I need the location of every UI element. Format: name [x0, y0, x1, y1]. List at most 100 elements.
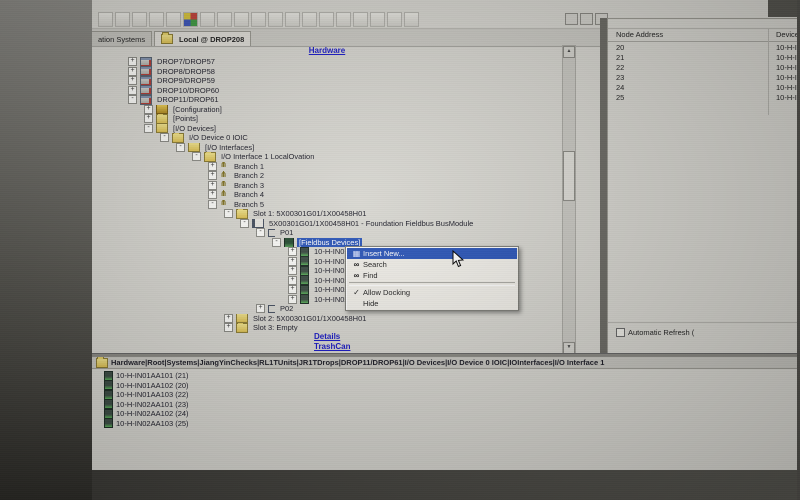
tree-row[interactable]: - [I/O Devices] — [92, 124, 562, 134]
tree-row[interactable]: - DROP11/DROP61 — [92, 95, 562, 105]
tree-row[interactable]: + DROP9/DROP59 — [92, 76, 562, 86]
tree-expander[interactable]: + — [224, 314, 233, 323]
tree-expander[interactable]: + — [208, 162, 217, 171]
trashcan-link[interactable]: TrashCan — [314, 342, 350, 351]
tree-row[interactable]: + Branch 1 — [92, 162, 562, 172]
tab-systems[interactable]: ation Systems — [92, 31, 152, 46]
app-palette-icon[interactable] — [183, 12, 198, 27]
tree-row[interactable]: + Branch 4 — [92, 190, 562, 200]
context-menu-item[interactable] — [349, 282, 515, 286]
tree-expander[interactable]: + — [144, 105, 153, 114]
context-search[interactable]: Search — [347, 259, 517, 270]
column-header-node-address[interactable]: Node Address — [616, 29, 663, 41]
print-icon[interactable] — [98, 12, 113, 27]
context-insert-new[interactable]: Insert New... — [347, 248, 517, 259]
context-hide[interactable]: Hide — [347, 298, 517, 309]
table-row[interactable]: 22 10-H-IN01AA103 — [608, 63, 797, 73]
list-item[interactable]: 10-H-IN01AA102 (20) — [104, 381, 797, 391]
toolbar-icon[interactable] — [302, 12, 317, 27]
auto-refresh-checkbox[interactable] — [616, 328, 625, 337]
tree-expander[interactable]: + — [208, 171, 217, 180]
open-icon[interactable] — [251, 12, 266, 27]
tree-expander[interactable]: + — [288, 257, 297, 266]
list-item[interactable]: 10-H-IN02AA103 (25) — [104, 419, 797, 429]
tree-expander[interactable]: + — [224, 323, 233, 332]
refresh-icon[interactable] — [353, 12, 368, 27]
tree-expander[interactable]: + — [288, 276, 297, 285]
context-menu-item-label: Insert New... — [363, 249, 405, 258]
delete-icon[interactable] — [336, 12, 351, 27]
tree-expander[interactable]: - — [240, 219, 249, 228]
tree-row[interactable]: - P01 — [92, 228, 562, 238]
context-find[interactable]: Find — [347, 270, 517, 281]
list-item[interactable]: 10-H-IN01AA101 (21) — [104, 371, 797, 381]
tree-expander[interactable]: - — [224, 209, 233, 218]
tree-row[interactable]: + DROP7/DROP57 — [92, 57, 562, 67]
toolbar-icon[interactable] — [370, 12, 385, 27]
tree-expander[interactable]: - — [272, 238, 281, 247]
tree-expander[interactable]: - — [208, 200, 217, 209]
list-item[interactable]: 10-H-IN02AA101 (23) — [104, 400, 797, 410]
tree-row[interactable]: - I/O Interface 1 LocalOvation — [92, 152, 562, 162]
tree-row[interactable]: - Branch 5 — [92, 200, 562, 210]
import-icon[interactable] — [268, 12, 283, 27]
context-allow-docking[interactable]: ✓ Allow Docking — [347, 287, 517, 298]
paste-icon[interactable] — [166, 12, 181, 27]
table-row[interactable]: 23 10-H-IN02AA101 — [608, 73, 797, 83]
toolbar-icon[interactable] — [217, 12, 232, 27]
tree-row[interactable]: + DROP8/DROP58 — [92, 67, 562, 77]
tree-expander[interactable]: + — [256, 304, 265, 313]
tree-expander[interactable]: + — [288, 285, 297, 294]
tree-expander[interactable]: - — [160, 133, 169, 142]
tree-row[interactable]: + DROP10/DROP60 — [92, 86, 562, 96]
table-row[interactable]: 24 10-H-IN02AA102 — [608, 83, 797, 93]
new-item-icon[interactable] — [234, 12, 249, 27]
tree-expander[interactable]: + — [208, 181, 217, 190]
restore-button[interactable] — [580, 13, 593, 25]
tree-row[interactable]: + [Configuration] — [92, 105, 562, 115]
tree-row[interactable]: - I/O Device 0 IOIC — [92, 133, 562, 143]
tree-expander[interactable]: + — [128, 57, 137, 66]
tab-local-drop208[interactable]: Local @ DROP208 — [154, 31, 251, 46]
tree-row[interactable]: - 5X00301G01/1X00458H01 - Foundation Fie… — [92, 219, 562, 229]
filter-icon[interactable] — [200, 12, 215, 27]
details-link[interactable]: Details — [314, 332, 340, 341]
tree-expander[interactable]: - — [192, 152, 201, 161]
tree-expander[interactable]: - — [176, 143, 185, 152]
tree-expander[interactable]: + — [208, 190, 217, 199]
list-item[interactable]: 10-H-IN02AA102 (24) — [104, 409, 797, 419]
tree-expander[interactable]: - — [128, 95, 137, 104]
tree-row[interactable]: + [Points] — [92, 114, 562, 124]
table-row[interactable]: 21 10-H-IN01AA101 — [608, 53, 797, 63]
tree-row[interactable]: + Slot 2: 5X00301G01/1X00458H01 — [92, 314, 562, 324]
tree-row[interactable]: + Branch 3 — [92, 181, 562, 191]
tree-expander[interactable]: + — [128, 76, 137, 85]
table-row[interactable]: 20 10-H-IN01AA102 — [608, 43, 797, 53]
tree-row[interactable]: + Branch 2 — [92, 171, 562, 181]
scroll-up-button[interactable]: ▲ — [563, 46, 575, 58]
copy-icon[interactable] — [149, 12, 164, 27]
snapshot-icon[interactable] — [285, 12, 300, 27]
panel-divider[interactable] — [600, 18, 607, 353]
tree-expander[interactable]: + — [128, 86, 137, 95]
tree-expander[interactable]: + — [144, 114, 153, 123]
tree-row[interactable]: - Slot 1: 5X00301G01/1X00458H01 — [92, 209, 562, 219]
tree-expander[interactable]: + — [288, 295, 297, 304]
tree-row[interactable]: - [I/O Interfaces] — [92, 143, 562, 153]
list-item[interactable]: 10-H-IN01AA103 (22) — [104, 390, 797, 400]
tree-expander[interactable]: + — [288, 266, 297, 275]
tree-expander[interactable]: - — [144, 124, 153, 133]
select-icon[interactable] — [319, 12, 334, 27]
find-binoculars-icon[interactable] — [387, 12, 402, 27]
table-row[interactable]: 25 10-H-IN02AA103 — [608, 93, 797, 103]
scrollbar-thumb[interactable] — [563, 151, 575, 201]
minimize-button[interactable] — [565, 13, 578, 25]
column-header-device[interactable]: Device — [776, 29, 797, 41]
tree-expander[interactable]: + — [128, 67, 137, 76]
cut-icon[interactable] — [132, 12, 147, 27]
tree-expander[interactable]: - — [256, 228, 265, 237]
tree-expander[interactable]: + — [288, 247, 297, 256]
flag-icon[interactable] — [404, 12, 419, 27]
tree-scrollbar[interactable]: ▲ ▼ — [562, 45, 576, 355]
undo-icon[interactable] — [115, 12, 130, 27]
